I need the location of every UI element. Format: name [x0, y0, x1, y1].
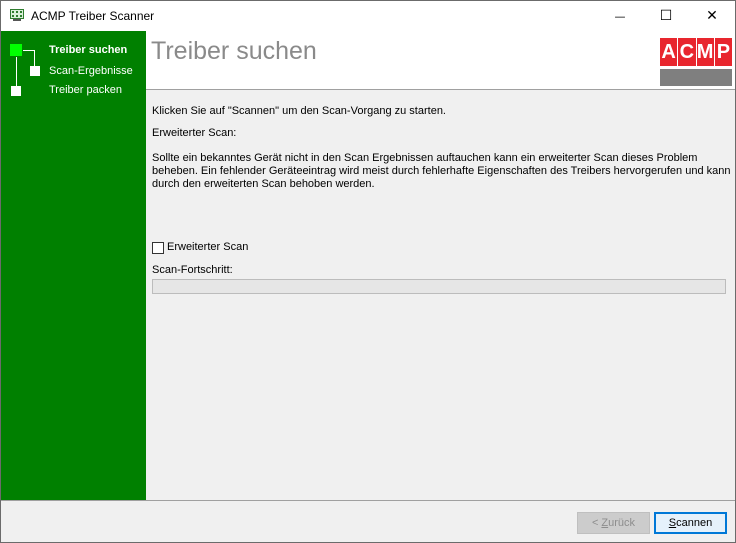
window-title: ACMP Treiber Scanner: [31, 9, 155, 23]
intro-text: Klicken Sie auf "Scannen" um den Scan-Vo…: [152, 105, 446, 117]
logo-letter: P: [714, 38, 732, 66]
logo-bar: [660, 69, 732, 86]
close-icon: ✕: [706, 8, 718, 24]
wizard-steps-sidebar: Treiber suchen Scan-Ergebnisse Treiber p…: [1, 31, 146, 500]
step-marker-treiber-packen: [11, 86, 21, 96]
back-accel: Z: [601, 517, 609, 529]
back-button[interactable]: < Zurück: [577, 512, 650, 534]
logo-letter: C: [678, 38, 696, 66]
acmp-logo: A C M P: [660, 38, 732, 86]
page-header: Treiber suchen A C M P: [146, 31, 735, 90]
back-prefix: <: [591, 517, 602, 529]
minimize-button[interactable]: —: [597, 1, 643, 31]
scan-label: cannen: [676, 517, 713, 529]
page-title: Treiber suchen: [151, 37, 317, 65]
extended-scan-checkbox[interactable]: [152, 241, 164, 254]
footer-divider: [1, 500, 735, 501]
progress-label: Scan-Fortschritt:: [152, 264, 233, 276]
extended-scan-option[interactable]: Erweiterter Scan: [152, 241, 248, 254]
tree-connector: [34, 50, 35, 66]
step-marker-treiber-suchen: [10, 44, 22, 56]
extended-scan-checkbox-label[interactable]: Erweiterter Scan: [167, 241, 248, 254]
scan-accel: S: [668, 517, 677, 529]
logo-letter: M: [696, 38, 714, 66]
extended-scan-heading: Erweiterter Scan:: [152, 127, 237, 139]
title-bar[interactable]: ACMP Treiber Scanner — ☐ ✕: [1, 1, 735, 31]
scan-progress-bar: [152, 279, 726, 294]
step-label-scan-ergebnisse: Scan-Ergebnisse: [49, 65, 133, 77]
maximize-button[interactable]: ☐: [643, 1, 689, 31]
app-scanner-icon: [10, 9, 24, 21]
logo-letter: A: [660, 38, 678, 66]
step-label-treiber-packen: Treiber packen: [49, 84, 122, 96]
minimize-icon: —: [614, 9, 626, 23]
extended-scan-description: Sollte ein bekanntes Gerät nicht in den …: [152, 152, 731, 190]
close-button[interactable]: ✕: [689, 1, 735, 31]
app-window: ACMP Treiber Scanner — ☐ ✕ Treiber suche…: [0, 0, 736, 543]
maximize-icon: ☐: [659, 8, 673, 24]
scan-button[interactable]: Scannen: [654, 512, 727, 534]
step-label-treiber-suchen: Treiber suchen: [49, 44, 128, 56]
back-label: urück: [608, 517, 636, 529]
step-marker-scan-ergebnisse: [30, 66, 40, 76]
